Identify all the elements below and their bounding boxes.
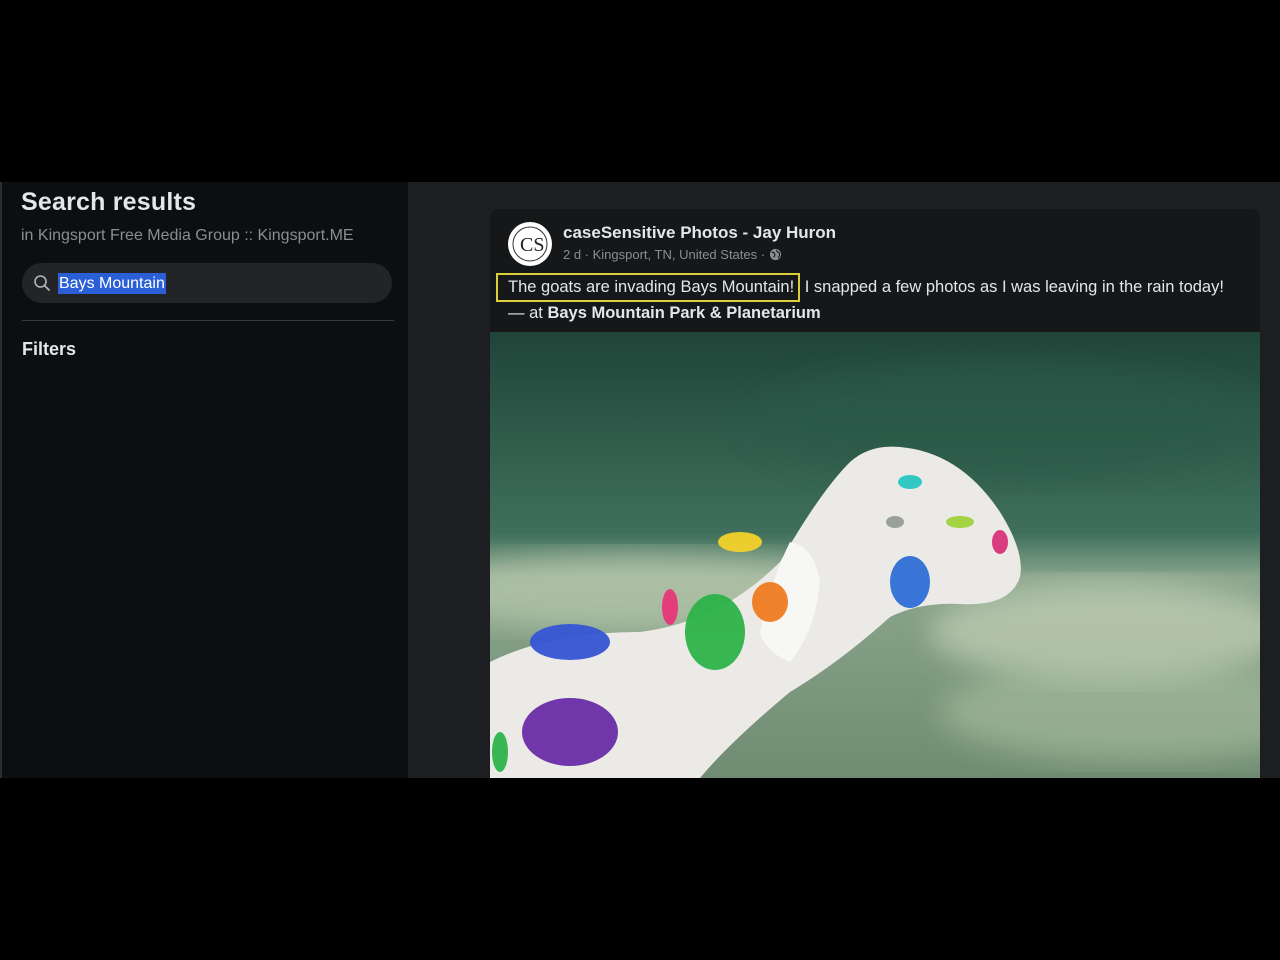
- post-photo[interactable]: [490, 332, 1260, 778]
- highlighted-match: The goats are invading Bays Mountain!: [496, 273, 801, 302]
- search-input[interactable]: Bays Mountain: [22, 263, 392, 303]
- author-name[interactable]: caseSensitive Photos - Jay Huron: [563, 223, 836, 243]
- divider: [22, 320, 394, 321]
- post-card: CS caseSensitive Photos - Jay Huron 2 d …: [490, 209, 1260, 778]
- avatar[interactable]: CS: [508, 222, 552, 266]
- search-scope[interactable]: in Kingsport Free Media Group :: Kingspo…: [21, 227, 354, 245]
- page-title: Search results: [21, 188, 197, 216]
- post-body: The goats are invading Bays Mountain! I …: [496, 273, 1253, 325]
- post-text-rest: I snapped a few photos as I was leaving …: [800, 278, 1224, 296]
- search-icon: [34, 275, 50, 291]
- search-sidebar: Search results in Kingsport Free Media G…: [0, 182, 408, 778]
- avatar-text: CS: [520, 234, 544, 256]
- post-location-line: — at Bays Mountain Park & Planetarium: [508, 302, 1253, 325]
- app-window: Search results in Kingsport Free Media G…: [0, 182, 1280, 778]
- search-query-text[interactable]: Bays Mountain: [58, 273, 166, 294]
- post-meta-text[interactable]: 2 d · Kingsport, TN, United States ·: [563, 247, 765, 262]
- location-link[interactable]: Bays Mountain Park & Planetarium: [547, 304, 820, 322]
- globe-icon: [770, 248, 782, 261]
- post-meta: 2 d · Kingsport, TN, United States ·: [563, 247, 782, 262]
- cs-logo-icon: CS: [512, 226, 548, 262]
- filters-heading: Filters: [22, 339, 77, 359]
- location-prefix: — at: [508, 304, 548, 322]
- results-feed: CS caseSensitive Photos - Jay Huron 2 d …: [408, 182, 1280, 778]
